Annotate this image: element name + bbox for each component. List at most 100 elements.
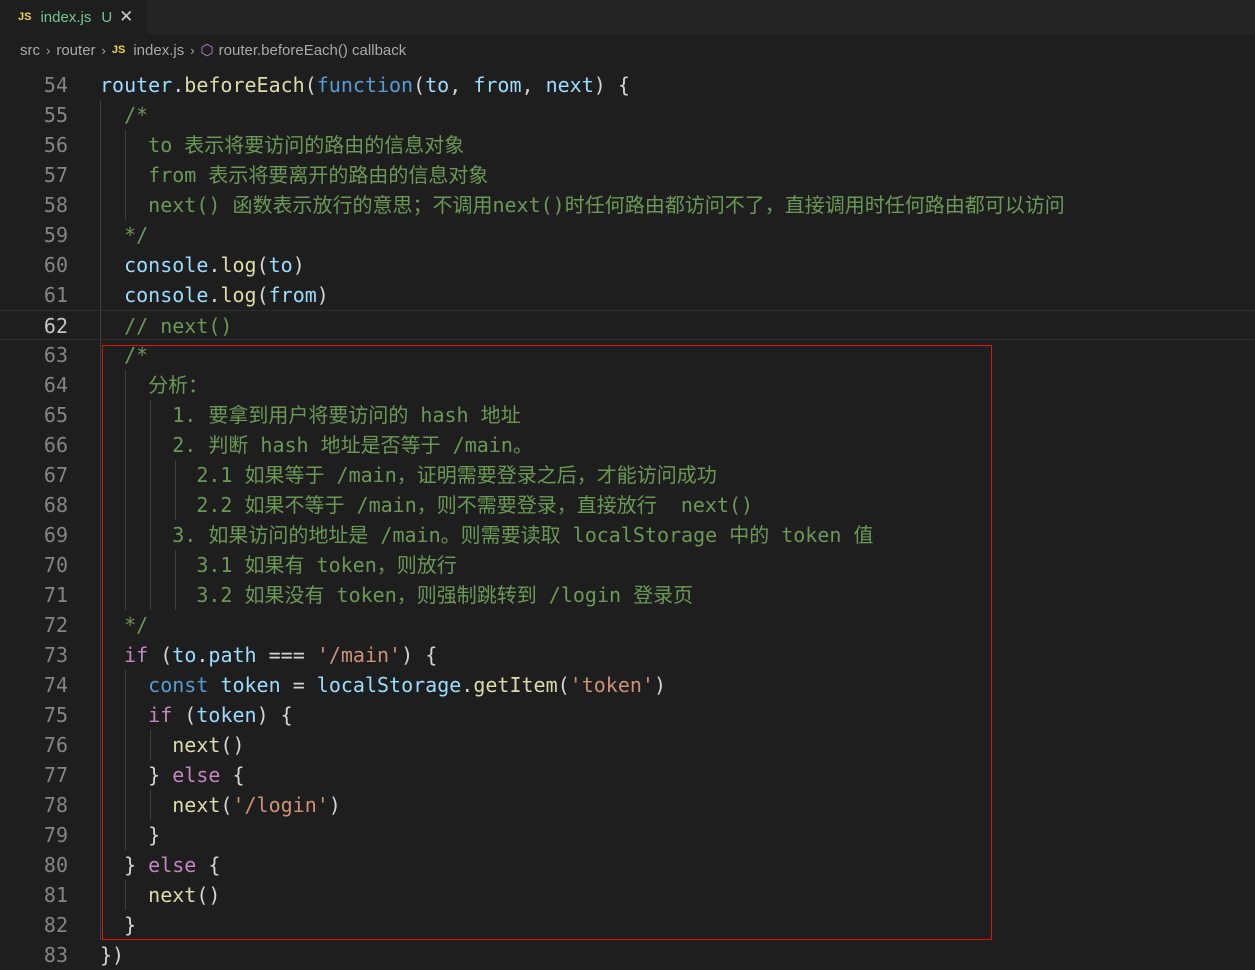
line-number: 64 xyxy=(43,373,68,397)
line-number: 59 xyxy=(43,223,68,247)
breadcrumb-item-router[interactable]: router xyxy=(56,42,95,59)
code-text: console.log(to) xyxy=(100,250,305,280)
chevron-right-icon: › xyxy=(46,42,51,58)
line-number: 79 xyxy=(43,823,68,847)
line-number: 54 xyxy=(43,73,68,97)
code-token: ) xyxy=(316,283,329,307)
code-line[interactable]: 60 console.log(to) xyxy=(0,250,1255,280)
line-number: 73 xyxy=(43,643,68,667)
code-line[interactable]: 83}) xyxy=(0,940,1255,970)
line-number: 58 xyxy=(43,193,68,217)
tab-index-js[interactable]: JS index.js U ✕ xyxy=(0,0,147,34)
code-token: from xyxy=(473,73,522,97)
code-token: ( xyxy=(256,283,269,307)
code-line[interactable]: 55 /* xyxy=(0,100,1255,130)
line-number: 83 xyxy=(43,943,68,967)
code-line[interactable]: 57 from 表示将要离开的路由的信息对象 xyxy=(0,160,1255,190)
line-number: 72 xyxy=(43,613,68,637)
code-token: beforeEach xyxy=(184,73,305,97)
line-number: 75 xyxy=(43,703,68,727)
code-line[interactable]: 56 to 表示将要访问的路由的信息对象 xyxy=(0,130,1255,160)
close-icon[interactable]: ✕ xyxy=(119,7,133,27)
line-number: 67 xyxy=(43,463,68,487)
breadcrumb-item-src[interactable]: src xyxy=(20,42,40,59)
line-number: 77 xyxy=(43,763,68,787)
line-number: 55 xyxy=(43,103,68,127)
breadcrumb-item-symbol[interactable]: router.beforeEach() callback xyxy=(219,42,407,59)
method-symbol-icon: ⬡ xyxy=(200,42,214,59)
breadcrumb-item-file[interactable]: index.js xyxy=(133,42,184,59)
code-token: function xyxy=(316,73,414,97)
code-token: /* xyxy=(100,103,149,127)
code-text: */ xyxy=(100,220,148,250)
line-number: 70 xyxy=(43,553,68,577)
code-token: to xyxy=(425,73,450,97)
line-number: 69 xyxy=(43,523,68,547)
line-number: 71 xyxy=(43,583,68,607)
code-line[interactable]: 61 console.log(from) xyxy=(0,280,1255,310)
code-token: . xyxy=(208,253,221,277)
line-number: 76 xyxy=(43,733,68,757)
chevron-right-icon: › xyxy=(101,42,106,58)
code-text: /* xyxy=(100,100,148,130)
code-token: log xyxy=(220,283,257,307)
line-number: 80 xyxy=(43,853,68,877)
code-token: next() 函数表示放行的意思；不调用next()时任何路由都访问不了，直接调… xyxy=(100,193,1065,217)
code-token: ( xyxy=(413,73,426,97)
line-number: 78 xyxy=(43,793,68,817)
code-token: , xyxy=(521,73,546,97)
code-token: from xyxy=(268,283,317,307)
chevron-right-icon: › xyxy=(190,42,195,58)
line-number: 68 xyxy=(43,493,68,517)
code-token: . xyxy=(172,73,185,97)
code-token: // next() xyxy=(100,314,233,338)
line-number: 81 xyxy=(43,883,68,907)
code-text: console.log(from) xyxy=(100,280,329,310)
code-token: ) { xyxy=(593,73,630,97)
code-token: router xyxy=(100,73,173,97)
js-file-icon: JS xyxy=(18,11,32,23)
line-number: 57 xyxy=(43,163,68,187)
code-text: to 表示将要访问的路由的信息对象 xyxy=(100,130,464,160)
line-number: 65 xyxy=(43,403,68,427)
code-line[interactable]: 54 router.beforeEach(function(to, from, n… xyxy=(0,70,1255,100)
line-number: 62 xyxy=(43,314,68,338)
tab-bar: JS index.js U ✕ xyxy=(0,0,1255,34)
code-token: log xyxy=(220,253,257,277)
code-line[interactable]: 62 // next() xyxy=(0,310,1255,340)
code-token: , xyxy=(449,73,474,97)
line-number: 60 xyxy=(43,253,68,277)
code-token: }) xyxy=(100,943,125,967)
code-token: console xyxy=(124,253,209,277)
code-token: */ xyxy=(100,223,149,247)
code-token: ) xyxy=(292,253,305,277)
line-number: 82 xyxy=(43,913,68,937)
line-number: 63 xyxy=(43,343,68,367)
code-line[interactable]: 58 next() 函数表示放行的意思；不调用next()时任何路由都访问不了，… xyxy=(0,190,1255,220)
untracked-status-badge: U xyxy=(101,8,113,26)
code-token: console xyxy=(124,283,209,307)
js-file-icon: JS xyxy=(111,44,126,56)
breadcrumb: src › router › JS index.js › ⬡ router.be… xyxy=(0,34,1255,66)
code-token: to xyxy=(268,253,293,277)
line-number: 74 xyxy=(43,673,68,697)
code-text: next() 函数表示放行的意思；不调用next()时任何路由都访问不了，直接调… xyxy=(100,190,1065,220)
code-token: ( xyxy=(304,73,317,97)
line-number: 66 xyxy=(43,433,68,457)
tab-label: index.js xyxy=(40,8,92,26)
line-number: 61 xyxy=(43,283,68,307)
code-token: next xyxy=(545,73,594,97)
annotation-highlight-box xyxy=(102,345,992,940)
code-text: router.beforeEach(function(to, from, nex… xyxy=(100,70,630,100)
code-token: to 表示将要访问的路由的信息对象 xyxy=(100,133,465,157)
code-text: from 表示将要离开的路由的信息对象 xyxy=(100,160,488,190)
code-text: }) xyxy=(100,940,124,970)
code-token: from 表示将要离开的路由的信息对象 xyxy=(100,163,489,187)
code-token: . xyxy=(208,283,221,307)
code-token: ( xyxy=(256,253,269,277)
code-text: // next() xyxy=(100,311,232,341)
line-number: 56 xyxy=(43,133,68,157)
code-line[interactable]: 59 */ xyxy=(0,220,1255,250)
